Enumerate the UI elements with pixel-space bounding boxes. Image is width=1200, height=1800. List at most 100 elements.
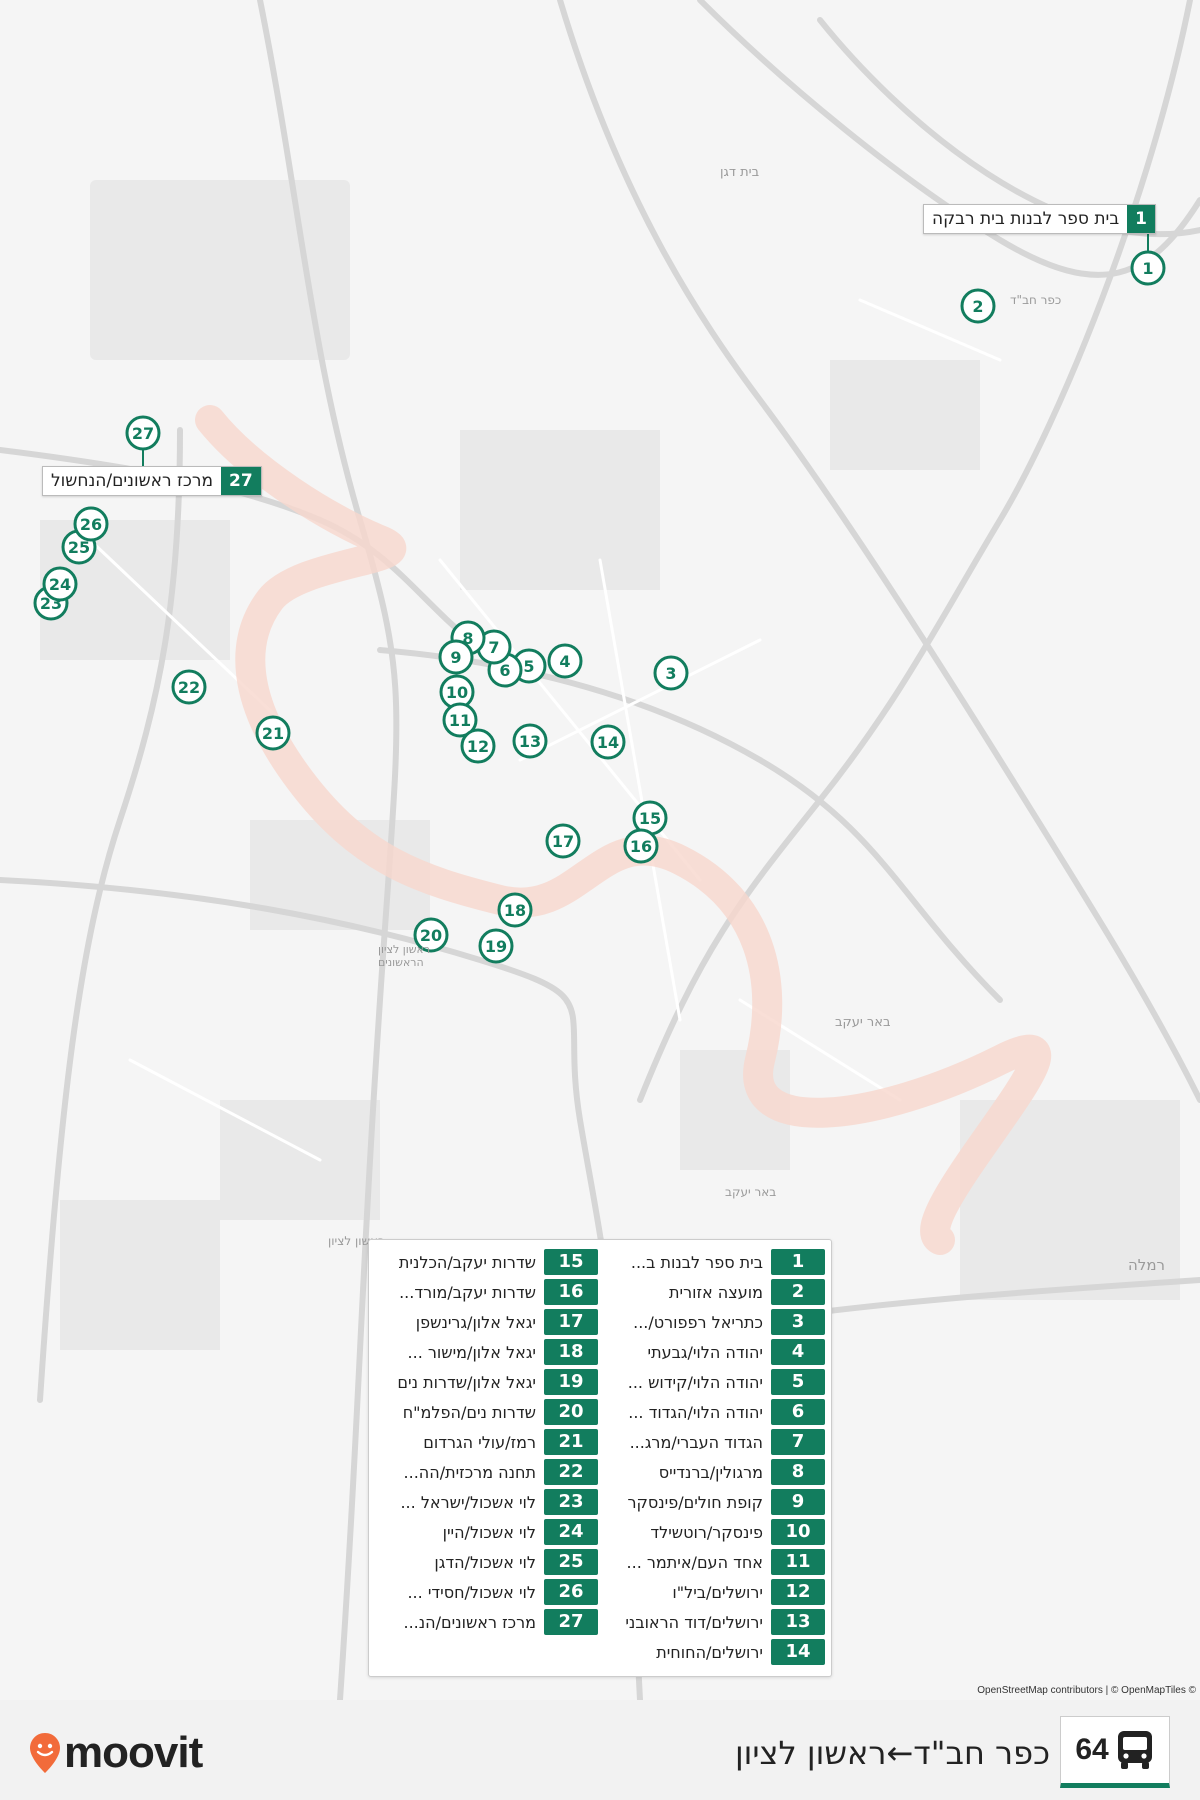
moovit-pin-icon [30,1733,60,1773]
stop-name: לוי אשכול/היין [442,1522,536,1542]
stop-number-badge: 19 [544,1369,598,1395]
stop-marker-4[interactable]: 4 [547,643,583,679]
place-label-kfar-chabad: כפר חב"ד [1010,293,1062,307]
stop-list-item[interactable]: 20 שדרות נים/הפלמ"ח [378,1399,598,1425]
moovit-wordmark: moovit [64,1728,203,1777]
place-label-beit-dagan: בית דגן [720,165,760,180]
stop-list-item[interactable]: 13 ירושלים/דוד הראובני [605,1609,825,1635]
stop-number-badge: 17 [544,1309,598,1335]
stop-list-item[interactable]: 11 אחד העם/איתמר ... [605,1549,825,1575]
stop-marker-9[interactable]: 9 [438,639,474,675]
stop-name: לוי אשכול/הדגן [434,1552,536,1572]
callout-first-stop[interactable]: 1 בית ספר לבנות בית רבקה [923,204,1157,234]
stop-list-item[interactable]: 8 מרגולין/ברנדייס [605,1459,825,1485]
stop-marker-label: 2 [972,297,983,316]
callout-last-stop[interactable]: 27 מרכז ראשונים/הנחשול [42,466,262,496]
stop-number-badge: 10 [771,1519,825,1545]
stop-list-item[interactable]: 12 ירושלים/ביל"ו [605,1579,825,1605]
stop-marker-24[interactable]: 24 [42,566,78,602]
stop-name: רמז/עולי הגרדום [423,1432,536,1452]
stop-list-item[interactable]: 6 יהודה הלוי/הגדוד ... [605,1399,825,1425]
stop-marker-label: 11 [449,711,471,730]
stop-list-item[interactable]: 18 יגאל אלון/מישור ... [378,1339,598,1365]
stop-marker-label: 12 [467,737,489,756]
stop-marker-21[interactable]: 21 [255,715,291,751]
stop-name: קופת חולים/פינסקר [627,1492,763,1512]
stop-list-item[interactable]: 3 כתריאל רפפורט/... [605,1309,825,1335]
stop-list-item[interactable]: 25 לוי אשכול/הדגן [378,1549,598,1575]
stop-marker-26[interactable]: 26 [73,506,109,542]
stop-marker-3[interactable]: 3 [653,655,689,691]
stop-number-badge: 4 [771,1339,825,1365]
stop-list-item[interactable]: 19 יגאל אלון/שדרות נים [378,1369,598,1395]
stop-list-item[interactable]: 2 מועצה אזורית [605,1279,825,1305]
stop-marker-13[interactable]: 13 [512,723,548,759]
stop-list-item[interactable]: 15 שדרות יעקב/הכלנית [378,1249,598,1275]
stop-list-item[interactable]: 16 שדרות יעקב/מורד... [378,1279,598,1305]
stop-marker-1[interactable]: 1 [1130,250,1166,286]
route-badge[interactable]: 64 [1060,1716,1170,1788]
stop-list-item[interactable]: 4 יהודה הלוי/גבעתי [605,1339,825,1365]
stop-name: יהודה הלוי/הגדוד ... [628,1402,763,1422]
stop-name: ירושלים/ביל"ו [672,1582,763,1602]
stop-number-badge: 18 [544,1339,598,1365]
stop-marker-18[interactable]: 18 [497,892,533,928]
stop-name: ירושלים/דוד הראובני [625,1612,763,1632]
stop-marker-12[interactable]: 12 [460,728,496,764]
stop-number-badge: 21 [544,1429,598,1455]
stop-list-item[interactable]: 26 לוי אשכול/חסידי ... [378,1579,598,1605]
stop-number-badge: 11 [771,1549,825,1575]
stop-number-badge: 22 [544,1459,598,1485]
stop-list-item[interactable]: 10 פינסקר/רוטשילד [605,1519,825,1545]
stop-marker-label: 26 [80,515,102,534]
stop-list-item[interactable]: 22 תחנה מרכזית/הה... [378,1459,598,1485]
stop-list-item[interactable]: 14 ירושלים/החוחית [605,1639,825,1665]
stop-number-badge: 8 [771,1459,825,1485]
stop-marker-19[interactable]: 19 [478,928,514,964]
stop-list-item[interactable]: 7 הגדוד העברי/מרג... [605,1429,825,1455]
stop-marker-2[interactable]: 2 [960,288,996,324]
stop-number-badge: 7 [771,1429,825,1455]
stop-name: אחד העם/איתמר ... [626,1552,763,1572]
stop-list-item[interactable]: 24 לוי אשכול/היין [378,1519,598,1545]
stop-list-item[interactable]: 17 יגאל אלון/גרינשפן [378,1309,598,1335]
stop-marker-14[interactable]: 14 [590,724,626,760]
stop-name: הגדוד העברי/מרג... [629,1432,763,1452]
stop-list-panel: 1 בית ספר לבנות ב... 2 מועצה אזורית 3 כתריאל … [368,1239,832,1677]
place-label-beer-yaakov: באר יעקב [835,1015,891,1030]
stop-name: לוי אשכול/ישראל ... [400,1492,536,1512]
stop-marker-16[interactable]: 16 [623,828,659,864]
stop-number-badge: 16 [544,1279,598,1305]
stop-list-item[interactable]: 5 יהודה הלוי/קידוש ... [605,1369,825,1395]
moovit-logo[interactable]: moovit [30,1728,203,1778]
stop-name: שדרות נים/הפלמ"ח [402,1402,536,1422]
stop-marker-17[interactable]: 17 [545,823,581,859]
route-map[interactable]: 1 2 3 4 5 6 7 8 9 10 11 12 13 14 15 16 17 18 19 20 21 22 23 24 2… [0,0,1200,1700]
stop-marker-label: 7 [488,638,499,657]
stop-list-item[interactable]: 9 קופת חולים/פינסקר [605,1489,825,1515]
stop-name: לוי אשכול/חסידי ... [407,1582,536,1602]
stop-marker-label: 21 [262,724,284,743]
stop-name: מרכז ראשונים/הנ... [403,1612,536,1632]
stop-list-item[interactable]: 27 מרכז ראשונים/הנ... [378,1609,598,1635]
stop-number-badge: 27 [544,1609,598,1635]
stop-marker-label: 15 [639,809,661,828]
stop-marker-label: 9 [450,648,461,667]
route-map-page: { "header": { "route_number": "64", "rou… [0,0,1200,1800]
stop-number-badge: 14 [771,1639,825,1665]
route-title: כפר חב"ד←ראשון לציון [734,1734,1050,1772]
stop-list-item[interactable]: 23 לוי אשכול/ישראל ... [378,1489,598,1515]
stop-marker-label: 4 [559,652,570,671]
stop-name: יהודה הלוי/גבעתי [647,1342,764,1362]
stop-marker-label: 6 [499,661,510,680]
stop-list-item[interactable]: 1 בית ספר לבנות ב... [605,1249,825,1275]
place-label-rishon-station: ראשון לציון הראשונים [378,943,431,969]
stop-marker-22[interactable]: 22 [171,669,207,705]
stop-marker-label: 27 [132,424,154,443]
stop-number-badge: 25 [544,1549,598,1575]
map-blocks [40,180,1180,1350]
stop-marker-27[interactable]: 27 [125,415,161,451]
callout-last-name: מרכז ראשונים/הנחשול [51,471,214,491]
stop-list-item[interactable]: 21 רמז/עולי הגרדום [378,1429,598,1455]
callout-first-name: בית ספר לבנות בית רבקה [932,209,1120,229]
